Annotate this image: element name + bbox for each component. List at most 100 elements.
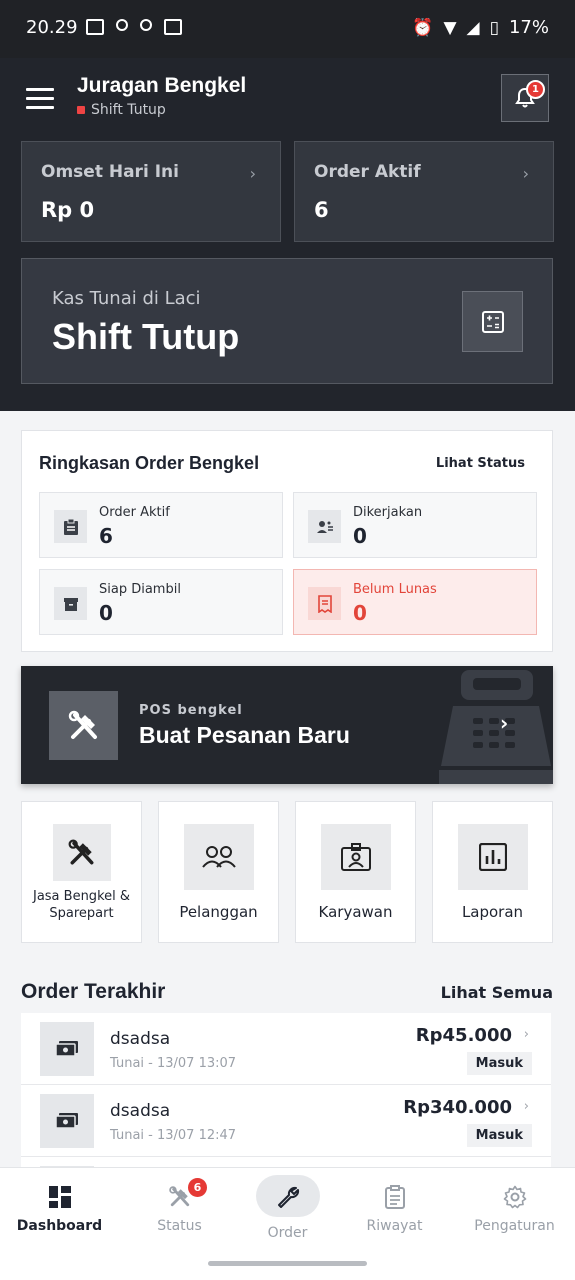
menu-customers[interactable]: Pelanggan — [158, 801, 279, 943]
summary-item-in-progress[interactable]: Dikerjakan 0 — [293, 492, 537, 558]
report-chart-icon — [457, 824, 528, 890]
shift-status-label: Shift Tutup — [91, 102, 166, 118]
menu-label: Jasa Bengkel & Sparepart — [32, 889, 131, 921]
app-notification-icon — [164, 19, 182, 35]
chevron-right-icon: › — [522, 164, 529, 183]
cash-label: Kas Tunai di Laci — [52, 288, 201, 309]
notification-icons — [86, 19, 182, 35]
shift-status-dot — [77, 106, 85, 114]
pos-title: Buat Pesanan Baru — [139, 722, 350, 748]
order-meta: Tunai - 13/07 13:07 — [110, 1056, 237, 1071]
recent-orders-title: Order Terakhir — [21, 980, 166, 1003]
gear-icon — [500, 1182, 530, 1212]
calculator-button[interactable] — [462, 291, 523, 352]
stat-card-active-orders[interactable]: Order Aktif › 6 — [294, 141, 554, 242]
notification-button[interactable]: 1 — [501, 74, 549, 122]
view-status-link[interactable]: Lihat Status — [436, 456, 525, 471]
summary-item-value: 0 — [99, 601, 113, 625]
stat-label: Order Aktif — [314, 162, 421, 182]
battery-icon: ▯ — [489, 17, 499, 38]
clipboard-icon — [54, 510, 87, 543]
receipt-icon — [308, 587, 341, 620]
order-meta: Tunai - 13/07 12:47 — [110, 1128, 237, 1143]
summary-title: Ringkasan Order Bengkel — [39, 453, 260, 473]
chevron-right-icon: › — [523, 1099, 529, 1114]
cash-drawer-card: Kas Tunai di Laci Shift Tutup — [21, 258, 553, 384]
summary-item-value: 6 — [99, 524, 113, 548]
cash-icon — [40, 1022, 94, 1076]
menu-employees[interactable]: Karyawan — [295, 801, 416, 943]
summary-item-unpaid[interactable]: Belum Lunas 0 — [293, 569, 537, 635]
calculator-icon — [481, 310, 504, 333]
order-amount: Rp45.000 — [415, 1025, 512, 1046]
home-indicator[interactable] — [208, 1261, 367, 1266]
summary-item-value: 0 — [353, 601, 367, 625]
nav-settings[interactable]: Pengaturan — [457, 1168, 572, 1248]
order-customer: dsadsa — [110, 1029, 171, 1049]
notification-badge: 1 — [526, 80, 545, 99]
stat-value: 6 — [314, 198, 329, 222]
summary-item-label: Dikerjakan — [353, 505, 423, 520]
nav-label: Riwayat — [366, 1218, 423, 1234]
wrench-icon — [273, 1182, 303, 1212]
summary-item-label: Belum Lunas — [353, 582, 437, 597]
order-summary-card: Ringkasan Order Bengkel Lihat Status Ord… — [21, 430, 553, 652]
cash-value: Shift Tutup — [52, 316, 240, 357]
menu-label: Karyawan — [318, 903, 393, 921]
nav-history[interactable]: Riwayat — [337, 1168, 452, 1248]
history-icon — [380, 1182, 410, 1212]
signal-icon: ◢ — [466, 17, 480, 38]
nav-label: Status — [157, 1218, 202, 1234]
menu-services-spareparts[interactable]: Jasa Bengkel & Sparepart — [21, 801, 142, 943]
stat-label: Omset Hari Ini — [41, 162, 179, 182]
status-badge: 6 — [188, 1178, 207, 1197]
recent-orders-list: dsadsa Tunai - 13/07 13:07 Rp45.000 › Ma… — [21, 1013, 551, 1173]
battery-level: 17% — [508, 17, 549, 38]
box-icon — [54, 587, 87, 620]
summary-item-label: Order Aktif — [99, 505, 170, 520]
users-icon — [183, 824, 254, 890]
shift-status: Shift Tutup — [77, 102, 166, 118]
app-notification-icon — [116, 19, 128, 31]
menu-label: Laporan — [461, 903, 524, 921]
chevron-right-icon: › — [500, 711, 509, 735]
summary-item-ready[interactable]: Siap Diambil 0 — [39, 569, 283, 635]
app-notification-icon — [86, 19, 104, 35]
view-all-link[interactable]: Lihat Semua — [441, 983, 553, 1002]
stat-value: Rp 0 — [41, 198, 95, 222]
nav-order[interactable]: Order — [230, 1168, 345, 1248]
summary-item-active-orders[interactable]: Order Aktif 6 — [39, 492, 283, 558]
dashboard-icon — [45, 1182, 75, 1212]
tools-icon — [52, 824, 111, 881]
pos-subtitle: POS bengkel — [139, 703, 243, 718]
stat-card-revenue[interactable]: Omset Hari Ini › Rp 0 — [21, 141, 281, 242]
system-icons: ⏰ ▼ ◢ ▯ 17% — [412, 17, 549, 38]
workers-icon — [308, 510, 341, 543]
summary-item-value: 0 — [353, 524, 367, 548]
alarm-icon: ⏰ — [412, 17, 434, 38]
menu-reports[interactable]: Laporan — [432, 801, 553, 943]
nav-label: Order — [267, 1225, 308, 1241]
menu-icon[interactable] — [26, 88, 54, 110]
chevron-right-icon: › — [523, 1027, 529, 1042]
dashboard-header: Juragan Bengkel Shift Tutup 1 Omset Hari… — [0, 58, 575, 411]
nav-label: Dashboard — [16, 1218, 103, 1234]
order-status-badge: Masuk — [466, 1052, 532, 1075]
app-title: Juragan Bengkel — [77, 74, 247, 97]
new-order-banner[interactable]: POS bengkel Buat Pesanan Baru › — [21, 666, 553, 784]
menu-label: Pelanggan — [179, 903, 258, 921]
nav-status[interactable]: 6 Status — [122, 1168, 237, 1248]
tools-icon — [49, 691, 118, 760]
chevron-right-icon: › — [249, 164, 256, 183]
cash-register-icon — [439, 670, 553, 784]
order-amount: Rp340.000 — [403, 1097, 512, 1118]
nav-dashboard[interactable]: Dashboard — [2, 1168, 117, 1248]
order-status-badge: Masuk — [466, 1124, 532, 1147]
summary-item-label: Siap Diambil — [99, 582, 181, 597]
system-status-bar: 20.29 ⏰ ▼ ◢ ▯ 17% — [0, 0, 575, 58]
wifi-icon: ▼ — [443, 17, 457, 38]
order-row[interactable]: dsadsa Tunai - 13/07 12:47 Rp340.000 › M… — [21, 1085, 551, 1157]
app-notification-icon — [140, 19, 152, 31]
id-card-icon — [320, 824, 391, 890]
order-row[interactable]: dsadsa Tunai - 13/07 13:07 Rp45.000 › Ma… — [21, 1013, 551, 1085]
